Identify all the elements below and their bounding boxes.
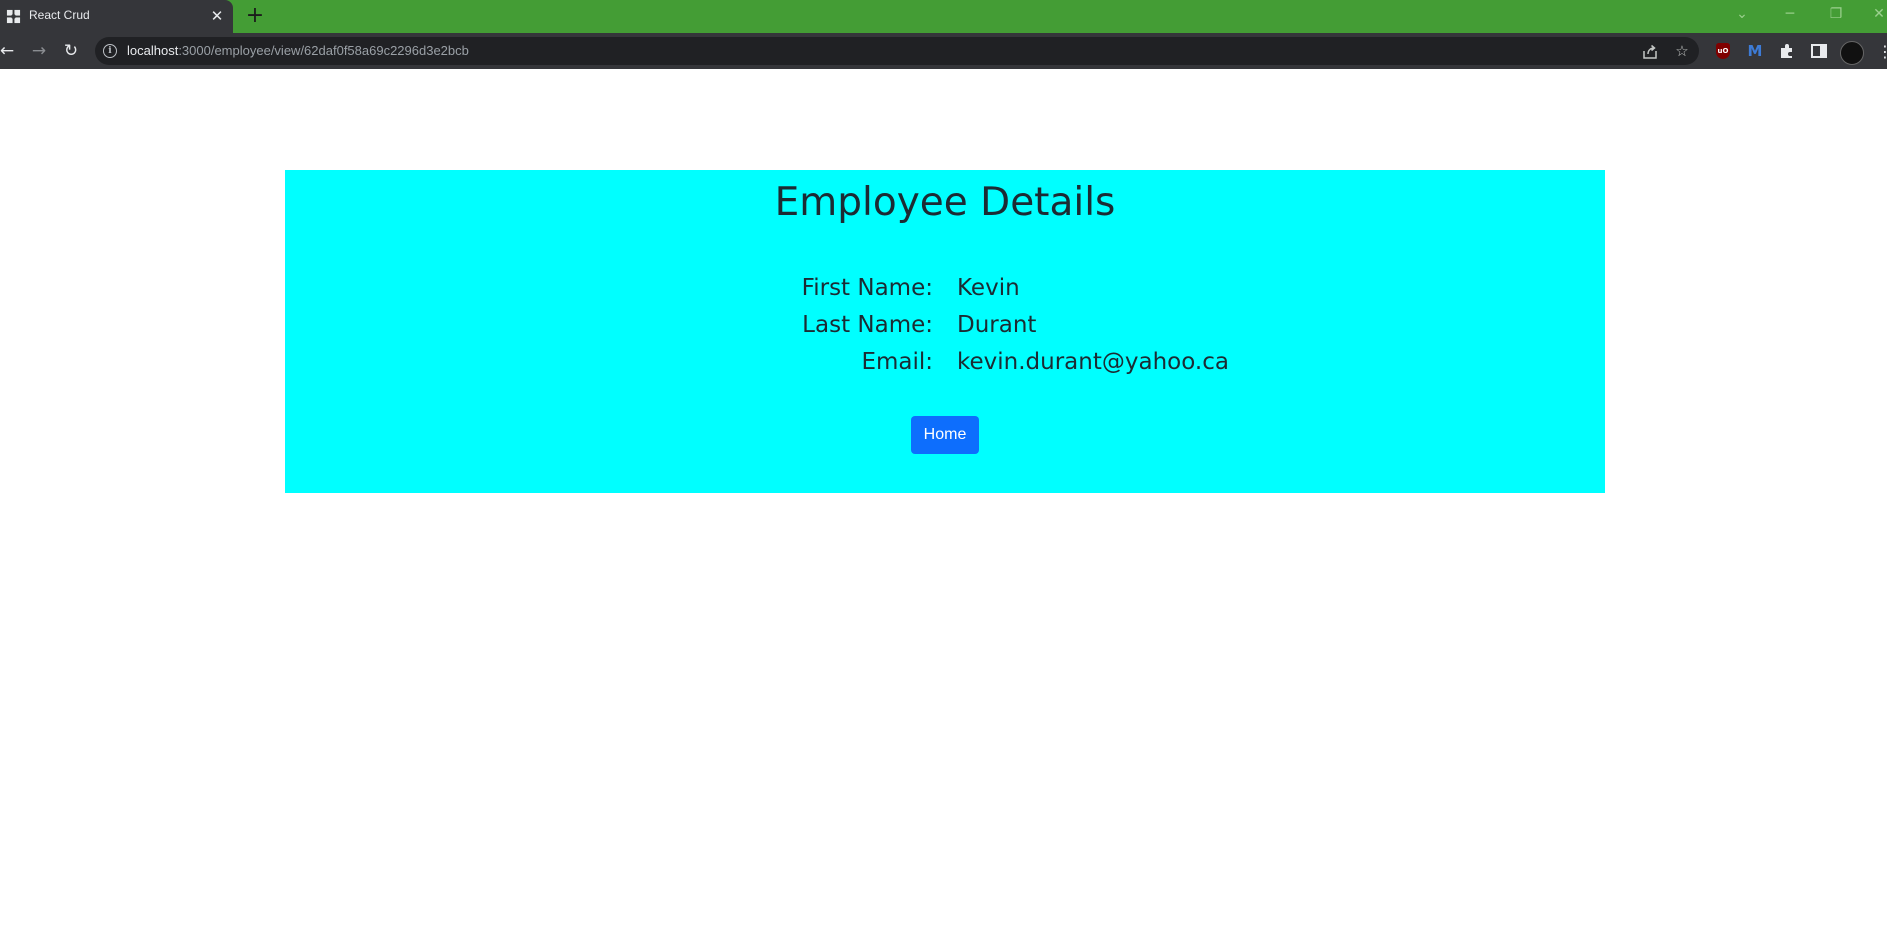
employee-details-card: Employee Details First Name: Kevin Last … <box>285 170 1605 493</box>
first-name-value: Kevin <box>957 275 1020 301</box>
tab-title: React Crud <box>29 8 90 22</box>
tab-search-icon[interactable]: ⌄ <box>1732 4 1752 24</box>
restore-icon[interactable]: ❐ <box>1826 4 1846 24</box>
new-tab-icon[interactable]: + <box>245 5 265 27</box>
last-name-label: Last Name: <box>802 312 933 338</box>
email-row: Email: kevin.durant@yahoo.ca <box>285 349 1605 383</box>
side-panel-icon[interactable] <box>1809 41 1829 61</box>
browser-tab[interactable]: React Crud ✕ <box>0 0 233 33</box>
profile-avatar-icon[interactable] <box>1840 41 1864 65</box>
minimize-icon[interactable]: ─ <box>1780 4 1800 24</box>
email-value: kevin.durant@yahoo.ca <box>957 349 1229 375</box>
last-name-row: Last Name: Durant <box>285 312 1605 346</box>
page-title: Employee Details <box>774 180 1116 225</box>
last-name-value: Durant <box>957 312 1037 338</box>
reload-icon[interactable]: ↻ <box>59 39 83 63</box>
first-name-row: First Name: Kevin <box>285 275 1605 309</box>
react-favicon-icon <box>6 9 21 24</box>
url-text[interactable]: localhost:3000/employee/view/62daf0f58a6… <box>127 43 469 58</box>
extensions-puzzle-icon[interactable] <box>1777 41 1797 61</box>
home-button[interactable]: Home <box>911 416 979 454</box>
url-host: localhost <box>127 43 179 58</box>
browser-menu-icon[interactable]: ⋮ <box>1877 41 1887 63</box>
site-info-icon[interactable]: i <box>103 44 117 58</box>
tab-strip: React Crud ✕ + ⌄ ─ ❐ ✕ <box>0 0 1887 33</box>
bookmark-star-icon[interactable]: ☆ <box>1673 42 1691 60</box>
share-icon[interactable] <box>1641 43 1659 61</box>
m-extension-icon[interactable]: M <box>1745 41 1765 61</box>
email-label: Email: <box>861 349 933 375</box>
ublock-extension-icon[interactable]: uO <box>1716 43 1730 59</box>
first-name-label: First Name: <box>801 275 933 301</box>
browser-toolbar: ← → ↻ i localhost:3000/employee/view/62d… <box>0 33 1887 69</box>
back-icon[interactable]: ← <box>0 39 19 63</box>
tab-close-icon[interactable]: ✕ <box>208 7 226 25</box>
url-path: :3000/employee/view/62daf0f58a69c2296d3e… <box>178 43 469 58</box>
address-bar[interactable]: i localhost:3000/employee/view/62daf0f58… <box>95 37 1699 65</box>
window-close-icon[interactable]: ✕ <box>1869 4 1887 24</box>
forward-icon[interactable]: → <box>27 39 51 63</box>
